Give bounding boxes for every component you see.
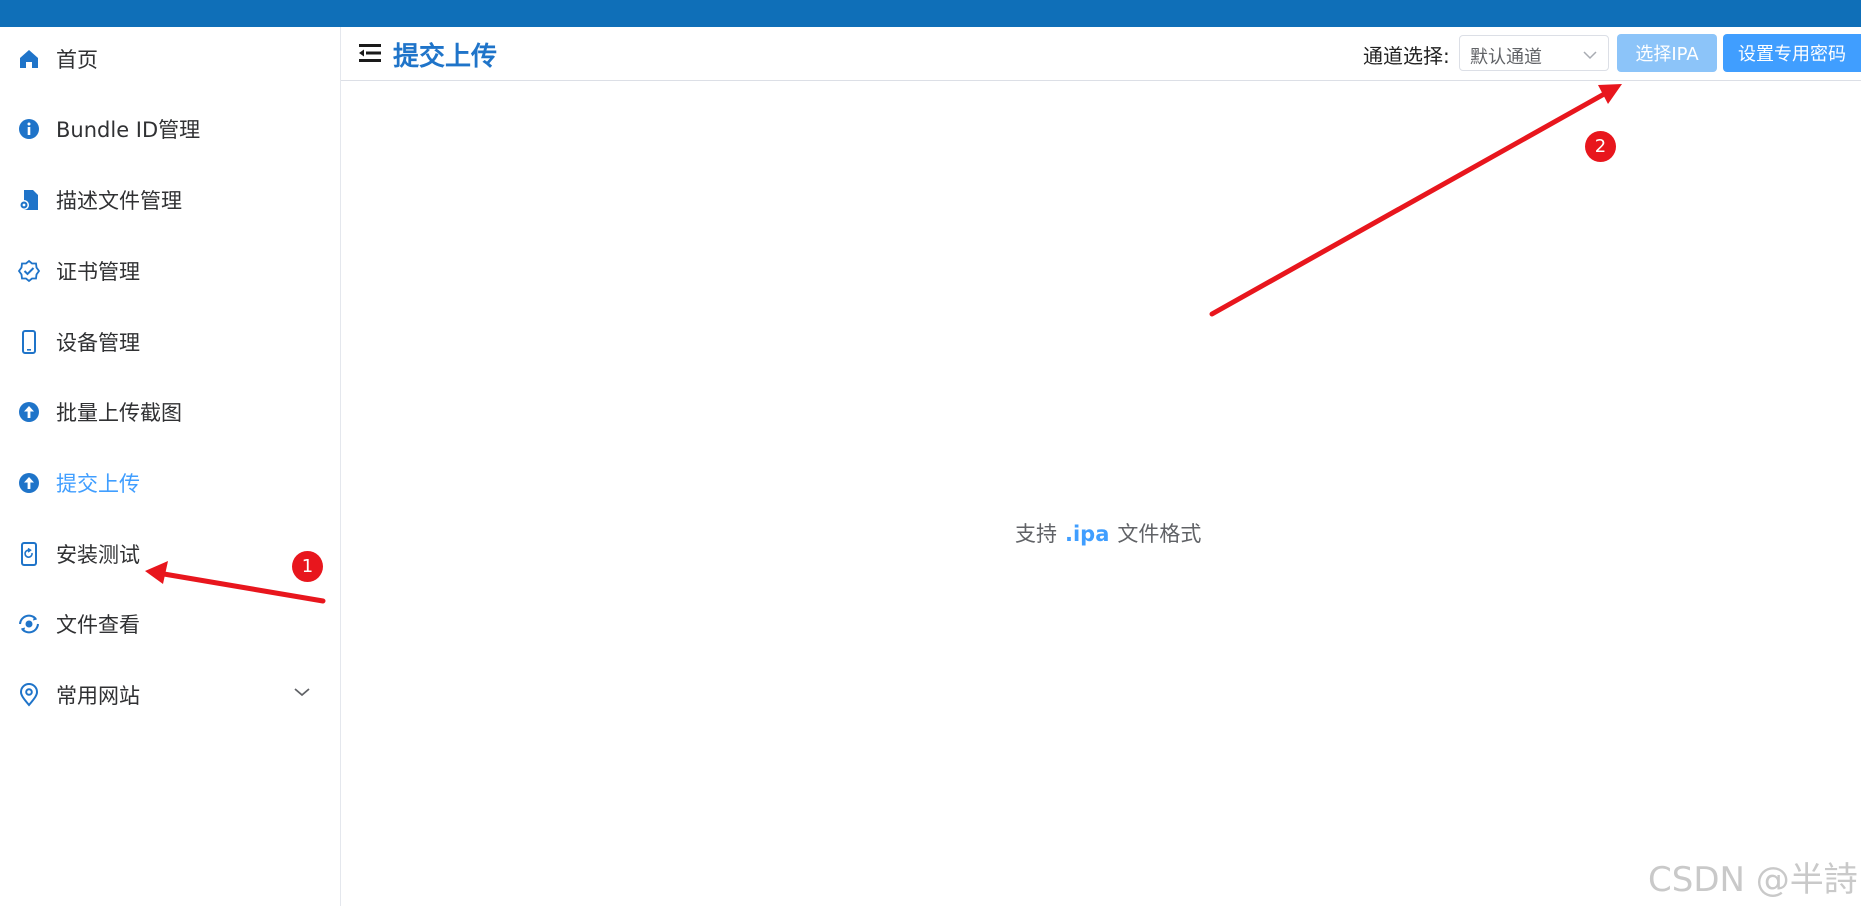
sidebar-item-label: 常用网站 xyxy=(56,684,140,708)
location-icon xyxy=(16,682,42,708)
chevron-down-icon[interactable] xyxy=(293,683,311,702)
sidebar-item-label: Bundle ID管理 xyxy=(56,118,201,142)
sidebar-item-home[interactable]: 首页 xyxy=(0,33,341,85)
annotation-badge-1: 1 xyxy=(292,551,323,582)
select-ipa-button[interactable]: 选择IPA xyxy=(1617,34,1717,72)
sidebar-item-profiles[interactable]: 描述文件管理 xyxy=(0,174,341,226)
chevron-down-icon xyxy=(1582,46,1598,65)
home-icon xyxy=(16,46,42,72)
sidebar-item-devices[interactable]: 设备管理 xyxy=(0,316,341,368)
hint-suffix: 文件格式 xyxy=(1117,522,1202,546)
sidebar-item-certificates[interactable]: 证书管理 xyxy=(0,245,341,297)
upload-circle-icon xyxy=(16,470,42,496)
sidebar-item-label: 描述文件管理 xyxy=(56,189,182,213)
sidebar-item-label: 首页 xyxy=(56,48,98,72)
sidebar: 首页 Bundle ID管理 描述文件管理 证书管理 设备管理 批量上传截图 提… xyxy=(0,27,341,906)
channel-label: 通道选择: xyxy=(1363,44,1450,68)
collapse-menu-icon[interactable] xyxy=(359,42,383,64)
sidebar-item-label: 文件查看 xyxy=(56,613,140,637)
page-title: 提交上传 xyxy=(393,42,498,72)
sidebar-item-label: 提交上传 xyxy=(56,472,140,496)
sidebar-item-file-view[interactable]: 文件查看 xyxy=(0,598,341,650)
sidebar-item-batch-upload[interactable]: 批量上传截图 xyxy=(0,386,341,438)
channel-select-value: 默认通道 xyxy=(1470,47,1542,68)
sidebar-item-common-sites[interactable]: 常用网站 xyxy=(0,669,341,721)
sidebar-item-label: 证书管理 xyxy=(56,260,140,284)
watermark: CSDN @半詩 xyxy=(1648,860,1858,900)
annotation-badge-2: 2 xyxy=(1585,131,1616,162)
main-header: 提交上传 通道选择: 默认通道 选择IPA 设置专用密码 xyxy=(341,27,1861,81)
info-icon xyxy=(16,116,42,142)
install-icon xyxy=(16,541,42,567)
hint-extension: .ipa xyxy=(1065,522,1110,546)
eye-cycle-icon xyxy=(16,611,42,637)
file-gear-icon xyxy=(16,187,42,213)
sidebar-item-bundle-id[interactable]: Bundle ID管理 xyxy=(0,103,341,155)
set-password-button[interactable]: 设置专用密码 xyxy=(1723,34,1861,72)
phone-icon xyxy=(16,329,42,355)
top-bar xyxy=(0,0,1861,27)
sidebar-item-label: 批量上传截图 xyxy=(56,401,182,425)
sidebar-item-install-test[interactable]: 安装测试 xyxy=(0,528,341,580)
upload-circle-icon xyxy=(16,399,42,425)
channel-select[interactable]: 默认通道 xyxy=(1459,35,1609,71)
sidebar-item-label: 设备管理 xyxy=(56,331,140,355)
hint-prefix: 支持 xyxy=(1015,522,1057,546)
sidebar-item-submit-upload[interactable]: 提交上传 xyxy=(0,457,341,509)
upload-hint: 支持 .ipa 文件格式 xyxy=(1015,518,1201,548)
annotation-arrow-2 xyxy=(1209,84,1622,317)
certificate-icon xyxy=(16,258,42,284)
sidebar-item-label: 安装测试 xyxy=(56,543,140,567)
